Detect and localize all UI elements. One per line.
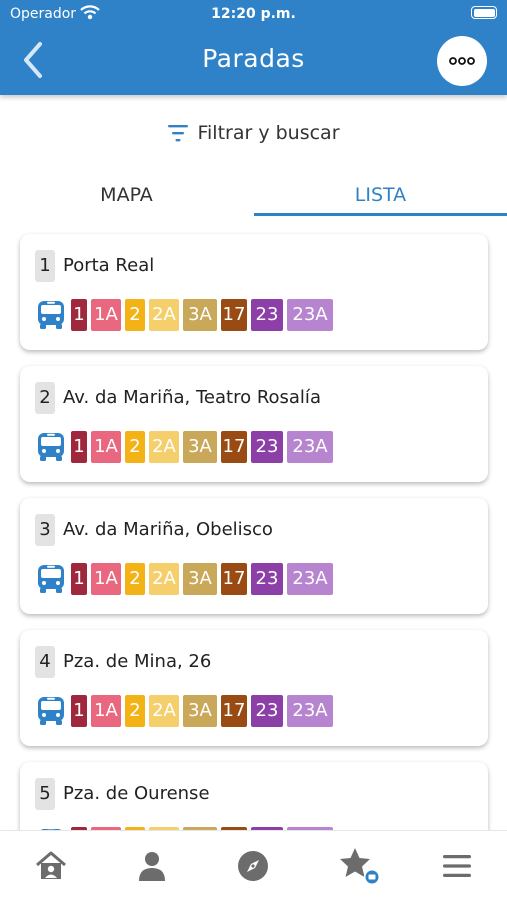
line-badge: 2A [149,431,179,463]
line-badge: 2A [149,695,179,727]
bus-icon [35,563,67,595]
stop-name: Pza. de Mina, 26 [63,651,212,672]
stop-number: 2 [35,382,55,414]
filter-button[interactable]: Filtrar y buscar [0,118,507,148]
line-badge: 2 [125,431,145,463]
battery-icon [471,6,497,19]
home-icon[interactable] [34,849,68,883]
line-badge: 3A [183,299,217,331]
stop-lines: 11A22A3A172323A [35,563,337,595]
stop-number: 1 [35,250,55,282]
status-bar: Operador 12:20 p.m. [0,0,507,28]
stop-card[interactable]: 2 Av. da Mariña, Teatro Rosalía 1 1A 2 2A 3A 17… [20,366,488,482]
stop-name: Pza. de Ourense [63,783,210,804]
stop-card[interactable]: 4 Pza. de Mina, 26 1 1A 2 2A 3A 17 23 23A [20,630,488,746]
stop-number: 4 [35,646,55,678]
line-badge: 23 [251,431,283,463]
compass-icon[interactable] [236,849,270,883]
line-badge: 2 [125,299,145,331]
filter-icon [168,125,189,142]
line-badge: 3A [183,695,217,727]
stop-card[interactable]: 1 Porta Real 1 1A 2 2A 3A 17 23 23A [20,234,488,350]
line-badge: 23 [251,563,283,595]
line-badge: 1 [71,563,87,595]
stop-lines: 11A22A3A172323A [35,299,337,331]
bottom-tab-bar [0,830,507,900]
bus-icon [35,299,67,331]
stop-name: Porta Real [63,255,155,276]
line-badge: 2 [125,563,145,595]
stop-lines: 11A22A3A172323A [35,431,337,463]
stop-lines: 11A22A3A172323A [35,695,337,727]
menu-icon[interactable] [440,849,474,883]
line-badge: 1A [91,431,121,463]
line-badge: 17 [221,431,247,463]
line-badge: 2A [149,299,179,331]
tab-list[interactable]: LISTA [254,176,507,216]
stop-name: Av. da Mariña, Teatro Rosalía [63,387,321,408]
line-badge: 17 [221,695,247,727]
line-badge: 1A [91,563,121,595]
line-badge: 1 [71,431,87,463]
stop-name: Av. da Mariña, Obelisco [63,519,273,540]
app-header: Operador 12:20 p.m. Paradas [0,0,507,95]
more-options-button[interactable] [437,36,487,86]
line-badge: 1 [71,695,87,727]
line-badge: 1 [71,299,87,331]
tab-map[interactable]: MAPA [0,176,253,216]
stop-number: 5 [35,778,55,810]
view-tabs: MAPA LISTA [0,176,507,216]
line-badge: 3A [183,431,217,463]
line-badge: 1A [91,695,121,727]
line-badge: 23A [287,299,333,331]
favorites-icon[interactable] [338,845,380,887]
stop-number: 3 [35,514,55,546]
user-icon[interactable] [135,849,169,883]
line-badge: 2 [125,695,145,727]
page-title: Paradas [202,44,305,73]
bus-icon [35,431,67,463]
filter-label: Filtrar y buscar [197,122,340,144]
line-badge: 23 [251,695,283,727]
more-icon [449,57,475,65]
line-badge: 17 [221,563,247,595]
line-badge: 2A [149,563,179,595]
bus-icon [35,695,67,727]
line-badge: 3A [183,563,217,595]
clock: 12:20 p.m. [211,6,296,22]
stop-card[interactable]: 3 Av. da Mariña, Obelisco 1 1A 2 2A 3A 17 23 23A [20,498,488,614]
line-badge: 23A [287,695,333,727]
line-badge: 1A [91,299,121,331]
line-badge: 23A [287,431,333,463]
line-badge: 17 [221,299,247,331]
line-badge: 23A [287,563,333,595]
line-badge: 23 [251,299,283,331]
